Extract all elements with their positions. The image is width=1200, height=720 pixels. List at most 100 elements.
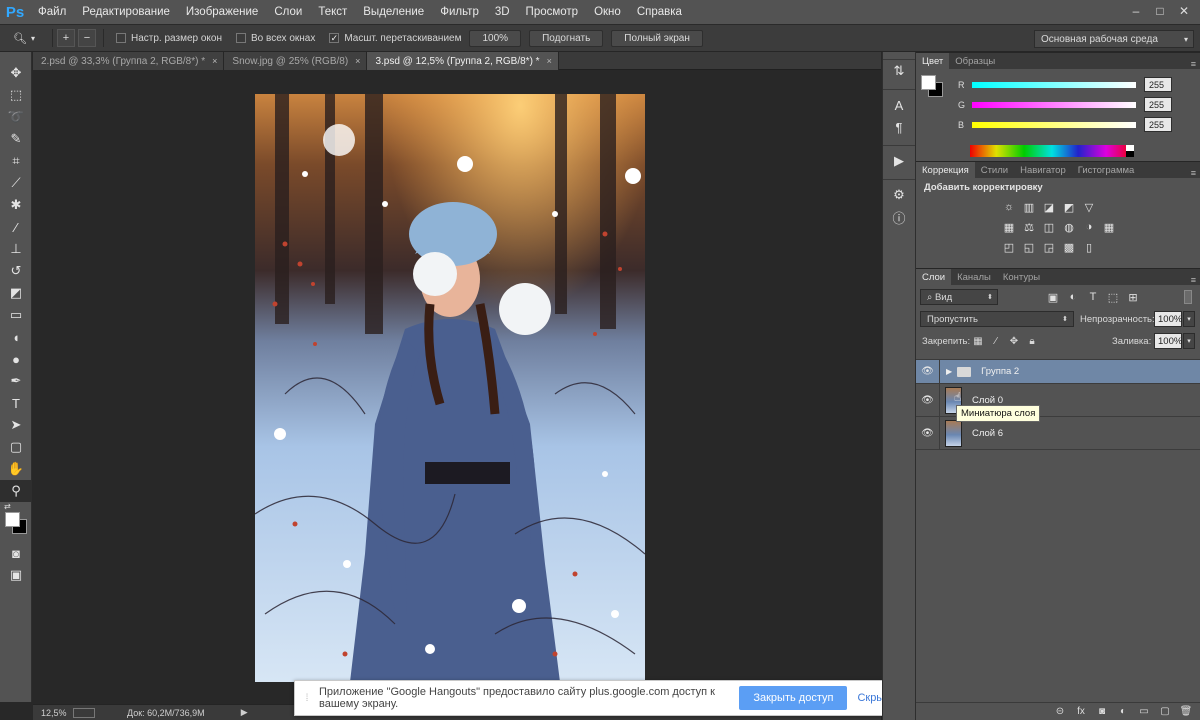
new-layer-icon[interactable]: ▢ bbox=[1159, 706, 1171, 718]
menu-view[interactable]: Просмотр bbox=[518, 0, 587, 24]
visibility-eye-icon[interactable]: 👁︎ bbox=[916, 384, 940, 416]
tab-2psd[interactable]: 2.psd @ 33,3% (Группа 2, RGB/8*) * × bbox=[33, 52, 225, 70]
zoom-level[interactable]: 12,5% bbox=[33, 708, 73, 718]
opacity-input[interactable]: 100% bbox=[1154, 311, 1182, 327]
character-icon[interactable]: A bbox=[883, 94, 915, 116]
visibility-eye-icon[interactable]: 👁︎ bbox=[916, 417, 940, 449]
adjustment-icon[interactable]: ◰ bbox=[1002, 240, 1016, 254]
close-tab-icon[interactable]: × bbox=[212, 56, 217, 66]
filter-toggle[interactable] bbox=[1184, 290, 1192, 304]
adjustment-icon[interactable]: ▽ bbox=[1082, 200, 1096, 214]
adjustment-icon[interactable]: ▯ bbox=[1082, 240, 1096, 254]
status-menu-icon[interactable]: ▶ bbox=[241, 707, 248, 718]
adjustment-filter-icon[interactable]: ◐ bbox=[1066, 290, 1080, 304]
blue-slider[interactable] bbox=[972, 121, 1136, 128]
move-tool-icon[interactable]: ✥ bbox=[0, 62, 32, 84]
adjustment-icon[interactable]: ◪ bbox=[1042, 200, 1056, 214]
layer-thumbnail[interactable] bbox=[945, 419, 962, 447]
dodge-tool-icon[interactable]: ● bbox=[0, 348, 32, 370]
canvas-area[interactable] bbox=[33, 70, 881, 704]
screen-mode-icon[interactable]: ▣ bbox=[0, 564, 32, 586]
info-icon[interactable]: ⓘ bbox=[883, 206, 915, 228]
shape-tool-icon[interactable]: ▢ bbox=[0, 436, 32, 458]
green-value[interactable]: 255 bbox=[1144, 97, 1172, 112]
close-tab-icon[interactable]: × bbox=[547, 56, 552, 66]
pixel-filter-icon[interactable]: ▣ bbox=[1046, 290, 1060, 304]
fill-screen-button[interactable]: Полный экран bbox=[611, 29, 703, 47]
menu-edit[interactable]: Редактирование bbox=[74, 0, 178, 24]
lock-transparency-icon[interactable]: ▦ bbox=[972, 335, 984, 347]
close-icon[interactable]: ✕ bbox=[1174, 2, 1194, 20]
blue-value[interactable]: 255 bbox=[1144, 117, 1172, 132]
tab-navigator[interactable]: Навигатор bbox=[1014, 162, 1072, 178]
blur-tool-icon[interactable]: ◖ bbox=[0, 326, 32, 348]
lasso-tool-icon[interactable]: ➰ bbox=[0, 106, 32, 128]
adjustment-icon[interactable]: ◲ bbox=[1042, 240, 1056, 254]
gradient-tool-icon[interactable]: ▭ bbox=[0, 304, 32, 326]
paragraph-icon[interactable]: ¶ bbox=[883, 116, 915, 138]
lock-position-icon[interactable]: ✥ bbox=[1008, 335, 1020, 347]
swap-colors-icon[interactable]: ⇄ bbox=[4, 502, 11, 511]
layer-row-layer-0[interactable]: 👁︎ Слой 0 ☝ Миниатюра слоя bbox=[916, 384, 1200, 422]
tab-layers[interactable]: Слои bbox=[916, 269, 952, 285]
zoom-tool-icon[interactable]: ⚲ bbox=[0, 480, 32, 502]
adjustment-icon[interactable]: ▦ bbox=[1102, 220, 1116, 234]
adjustment-icon[interactable]: ◫ bbox=[1042, 220, 1056, 234]
actions-play-icon[interactable]: ▶ bbox=[883, 150, 915, 172]
red-value[interactable]: 255 bbox=[1144, 77, 1172, 92]
color-swatches[interactable]: ⇄ bbox=[0, 502, 32, 542]
grip-icon[interactable]: ⁞ bbox=[299, 693, 315, 704]
menu-3d[interactable]: 3D bbox=[487, 0, 518, 24]
adjustment-icon[interactable]: ◩ bbox=[1062, 200, 1076, 214]
tab-paths[interactable]: Контуры bbox=[997, 269, 1046, 285]
tab-color[interactable]: Цвет bbox=[916, 53, 950, 69]
actual-pixels-button[interactable]: 100% bbox=[469, 29, 522, 47]
fx-icon[interactable]: fx bbox=[1075, 706, 1087, 718]
blend-mode-select[interactable]: Пропустить ⬍ bbox=[920, 311, 1074, 327]
panel-menu-icon[interactable]: ≡ bbox=[1191, 168, 1196, 178]
history-icon[interactable]: ⇅ bbox=[883, 60, 915, 82]
layer-row-group-2[interactable]: 👁︎ ▶ Группа 2 bbox=[916, 360, 1200, 384]
close-tab-icon[interactable]: × bbox=[355, 56, 360, 66]
adjustment-layer-icon[interactable]: ◐ bbox=[1117, 706, 1129, 718]
adjustment-icon[interactable]: ▥ bbox=[1022, 200, 1036, 214]
tab-adjustments[interactable]: Коррекция bbox=[916, 162, 975, 178]
tab-histogram[interactable]: Гистограмма bbox=[1072, 162, 1141, 178]
tab-snowjpg[interactable]: Snow.jpg @ 25% (RGB/8) × bbox=[224, 52, 368, 70]
fill-input[interactable]: 100% bbox=[1154, 333, 1182, 349]
scrubby-zoom-checkbox[interactable]: ✓ Масшт. перетаскиванием bbox=[329, 33, 461, 44]
tab-3psd[interactable]: 3.psd @ 12,5% (Группа 2, RGB/8*) * × bbox=[367, 52, 559, 70]
trash-icon[interactable]: 🗑︎ bbox=[1180, 706, 1193, 718]
layer-filter-select[interactable]: ⌕ Вид ⬍ bbox=[920, 289, 998, 305]
lock-all-icon[interactable]: 🔒︎ bbox=[1026, 335, 1038, 347]
all-windows-checkbox[interactable]: Во всех окнах bbox=[236, 33, 315, 44]
path-select-tool-icon[interactable]: ➤ bbox=[0, 414, 32, 436]
add-mask-icon[interactable]: ◙ bbox=[1096, 706, 1108, 718]
eyedropper-tool-icon[interactable]: ⟋ bbox=[0, 172, 32, 194]
minimize-icon[interactable]: – bbox=[1126, 2, 1146, 20]
new-group-icon[interactable]: ▭ bbox=[1138, 706, 1150, 718]
maximize-icon[interactable]: □ bbox=[1150, 2, 1170, 20]
tab-swatches[interactable]: Образцы bbox=[949, 53, 1001, 69]
document-image[interactable] bbox=[255, 94, 645, 682]
menu-help[interactable]: Справка bbox=[629, 0, 690, 24]
history-brush-tool-icon[interactable]: ↺ bbox=[0, 260, 32, 282]
crop-tool-icon[interactable]: ⌗ bbox=[0, 150, 32, 172]
adjustment-icon[interactable]: ⚖ bbox=[1022, 220, 1036, 234]
type-tool-icon[interactable]: T bbox=[0, 392, 32, 414]
foreground-color-swatch[interactable] bbox=[921, 75, 936, 90]
expand-arrow-icon[interactable]: ▶ bbox=[946, 367, 952, 376]
zoom-in-button[interactable]: + bbox=[57, 29, 75, 47]
adjustment-icon[interactable]: ▩ bbox=[1062, 240, 1076, 254]
resize-windows-checkbox[interactable]: Настр. размер окон bbox=[116, 33, 222, 44]
workspace-select[interactable]: Основная рабочая среда ▾ bbox=[1034, 30, 1194, 48]
healing-tool-icon[interactable]: ✱ bbox=[0, 194, 32, 216]
zoom-out-button[interactable]: − bbox=[78, 29, 96, 47]
smart-object-filter-icon[interactable]: ⊞ bbox=[1126, 290, 1140, 304]
foreground-color-swatch[interactable] bbox=[5, 512, 20, 527]
fit-screen-button[interactable]: Подогнать bbox=[529, 29, 604, 47]
menu-layers[interactable]: Слои bbox=[266, 0, 310, 24]
type-filter-icon[interactable]: T bbox=[1086, 290, 1100, 304]
eraser-tool-icon[interactable]: ◩ bbox=[0, 282, 32, 304]
tab-styles[interactable]: Стили bbox=[975, 162, 1014, 178]
